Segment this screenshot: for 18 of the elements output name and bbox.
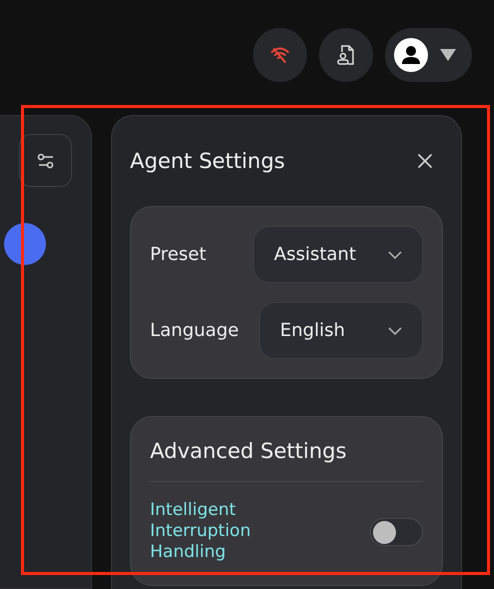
toggle-label: Intelligent Interruption Handling [150, 500, 252, 563]
panel-title: Agent Settings [130, 149, 285, 173]
section-title: Advanced Settings [150, 439, 348, 465]
caret-icon [440, 49, 456, 61]
chevron-down-icon [388, 250, 402, 258]
field-label: Preset [150, 244, 206, 265]
toggle-switch[interactable] [370, 518, 423, 546]
wifi-icon [270, 46, 290, 64]
close-icon [417, 153, 433, 169]
field-label: Language [150, 320, 239, 341]
sliders-icon [36, 152, 54, 168]
avatar-icon [394, 38, 428, 72]
select-dropdown[interactable]: Assistant [253, 226, 423, 283]
select-dropdown[interactable]: English [259, 302, 423, 359]
status-dot [4, 223, 46, 265]
document-person-icon [336, 44, 356, 66]
filter-button[interactable] [19, 134, 72, 187]
chevron-down-icon [388, 326, 402, 334]
